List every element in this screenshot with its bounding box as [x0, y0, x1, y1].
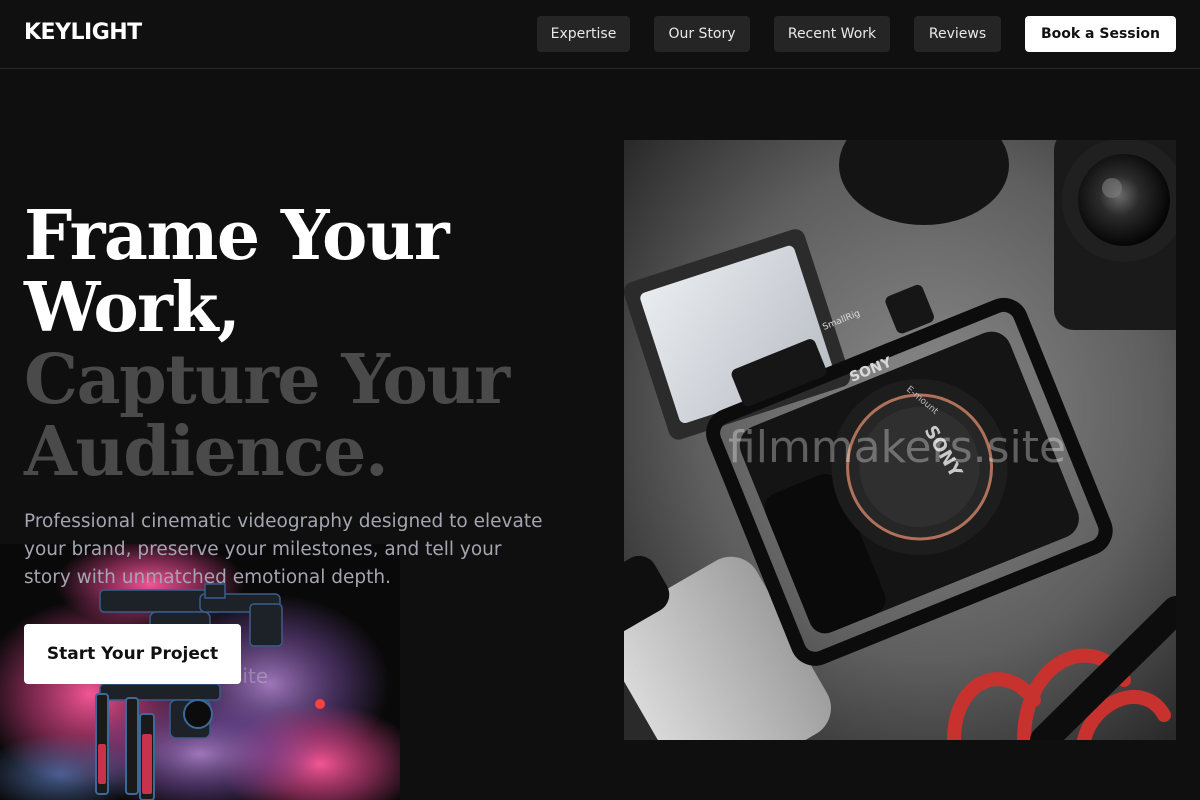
- nav-our-story-button[interactable]: Our Story: [654, 16, 750, 52]
- nav-reviews-button[interactable]: Reviews: [914, 16, 1001, 52]
- hero-headline: Frame Your Work, Capture Your Audience.: [24, 200, 584, 488]
- book-session-button[interactable]: Book a Session: [1025, 16, 1176, 52]
- brand-logo[interactable]: KEYLIGHT: [24, 20, 142, 45]
- hero-headline-line-1: Frame Your: [24, 196, 450, 276]
- hero-headline-line-2: Work,: [24, 268, 241, 348]
- site-header: KEYLIGHT Expertise Our Story Recent Work…: [0, 0, 1200, 69]
- hero-headline-line-4: Audience.: [24, 412, 389, 492]
- hero-headline-line-3: Capture Your: [24, 340, 510, 420]
- camera-gear-photo: SONY SONY E-mount SmallRig filmmakers.si…: [624, 140, 1176, 740]
- nav-recent-work-button[interactable]: Recent Work: [774, 16, 890, 52]
- start-project-button[interactable]: Start Your Project: [24, 624, 241, 684]
- nav-expertise-button[interactable]: Expertise: [537, 16, 630, 52]
- hero-subtitle: Professional cinematic videography desig…: [24, 511, 543, 588]
- photo-watermark: filmmakers.site: [728, 422, 1067, 473]
